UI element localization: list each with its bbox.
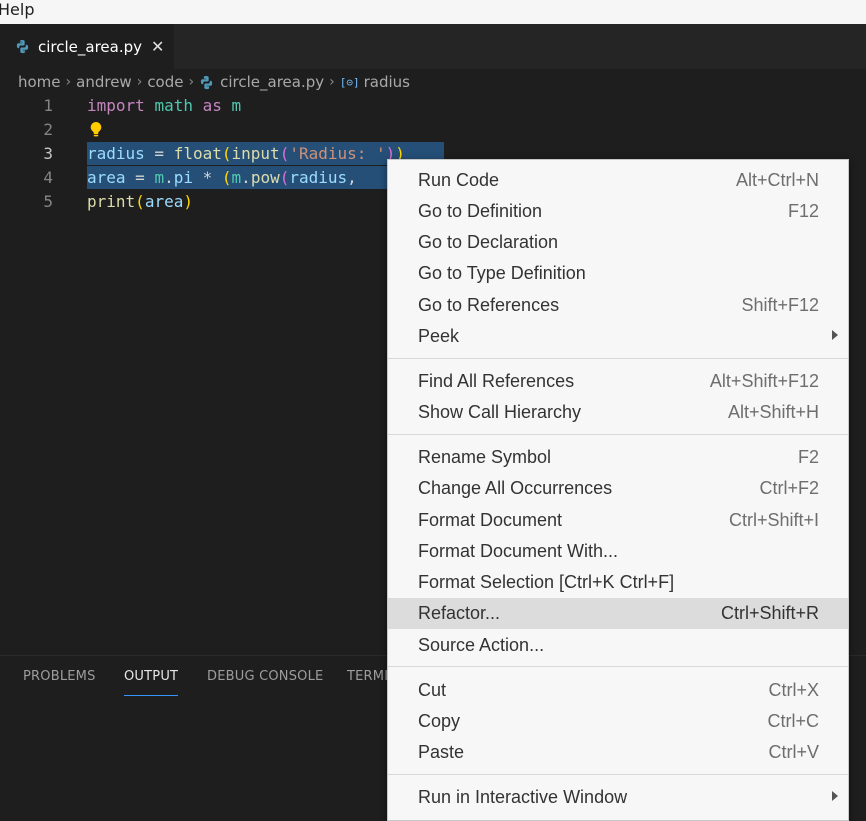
menu-item-rename-symbol[interactable]: Rename Symbol F2	[388, 442, 848, 473]
menu-item-run-code[interactable]: Run Code Alt+Ctrl+N	[388, 165, 848, 196]
menu-bar: Help	[0, 0, 866, 24]
menu-item-format-document[interactable]: Format Document Ctrl+Shift+I	[388, 505, 848, 536]
menu-separator	[388, 774, 848, 775]
tab-circle-area[interactable]: circle_area.py ✕	[0, 24, 174, 69]
menu-item-go-to-type-definition[interactable]: Go to Type Definition	[388, 258, 848, 289]
tab-problems[interactable]: PROBLEMS	[23, 669, 96, 684]
variable-icon: [⊝]	[339, 75, 360, 89]
menu-separator	[388, 358, 848, 359]
chevron-right-icon: ›	[329, 74, 335, 90]
menu-item-find-all-references[interactable]: Find All References Alt+Shift+F12	[388, 366, 848, 397]
breadcrumb: home › andrew › code › circle_area.py › …	[18, 71, 410, 93]
breadcrumb-file[interactable]: circle_area.py	[220, 73, 324, 91]
menu-separator	[388, 666, 848, 667]
code-line[interactable]: 1 import math as m	[0, 94, 866, 117]
line-number: 1	[43, 96, 53, 115]
chevron-right-icon: ›	[136, 74, 143, 90]
menu-item-format-selection[interactable]: Format Selection [Ctrl+K Ctrl+F]	[388, 567, 848, 598]
lightbulb-icon[interactable]	[88, 121, 104, 139]
menu-item-refactor[interactable]: Refactor... Ctrl+Shift+R	[388, 598, 848, 629]
close-icon[interactable]: ✕	[151, 37, 164, 56]
tab-bar: circle_area.py ✕	[0, 24, 866, 69]
breadcrumb-code[interactable]: code	[147, 73, 183, 91]
menu-item-format-document-with[interactable]: Format Document With...	[388, 536, 848, 567]
menu-item-copy[interactable]: Copy Ctrl+C	[388, 706, 848, 737]
menu-separator	[388, 434, 848, 435]
menu-item-paste[interactable]: Paste Ctrl+V	[388, 737, 848, 768]
code-line[interactable]: 2	[0, 118, 866, 141]
python-file-icon	[16, 39, 29, 54]
breadcrumb-symbol[interactable]: radius	[364, 73, 410, 91]
menu-item-source-action[interactable]: Source Action...	[388, 630, 848, 661]
menu-item-go-to-declaration[interactable]: Go to Declaration	[388, 227, 848, 258]
menu-item-show-call-hierarchy[interactable]: Show Call Hierarchy Alt+Shift+H	[388, 397, 848, 428]
context-menu: Run Code Alt+Ctrl+N Go to Definition F12 G…	[387, 159, 849, 821]
line-number: 2	[43, 120, 53, 139]
menu-item-peek[interactable]: Peek	[388, 321, 848, 352]
submenu-arrow-icon	[832, 330, 838, 340]
python-file-icon	[200, 75, 213, 89]
chevron-right-icon: ›	[65, 74, 72, 90]
menu-item-cut[interactable]: Cut Ctrl+X	[388, 675, 848, 706]
chevron-right-icon: ›	[188, 74, 195, 90]
breadcrumb-home[interactable]: home	[18, 73, 61, 91]
submenu-arrow-icon	[832, 791, 838, 801]
tab-output[interactable]: OUTPUT	[124, 669, 179, 696]
line-number: 5	[43, 192, 53, 211]
breadcrumb-andrew[interactable]: andrew	[76, 73, 132, 91]
menu-item-change-all-occurrences[interactable]: Change All Occurrences Ctrl+F2	[388, 473, 848, 504]
tab-debug-console[interactable]: DEBUG CONSOLE	[207, 669, 323, 684]
tab-terminal[interactable]: TERMI	[347, 669, 388, 684]
tab-title: circle_area.py	[38, 37, 143, 56]
menu-item-run-in-interactive-window[interactable]: Run in Interactive Window	[388, 782, 848, 813]
menu-help[interactable]: Help	[0, 0, 34, 22]
line-number: 4	[43, 168, 53, 187]
menu-item-go-to-references[interactable]: Go to References Shift+F12	[388, 290, 848, 321]
line-number: 3	[43, 144, 53, 163]
menu-item-go-to-definition[interactable]: Go to Definition F12	[388, 196, 848, 227]
